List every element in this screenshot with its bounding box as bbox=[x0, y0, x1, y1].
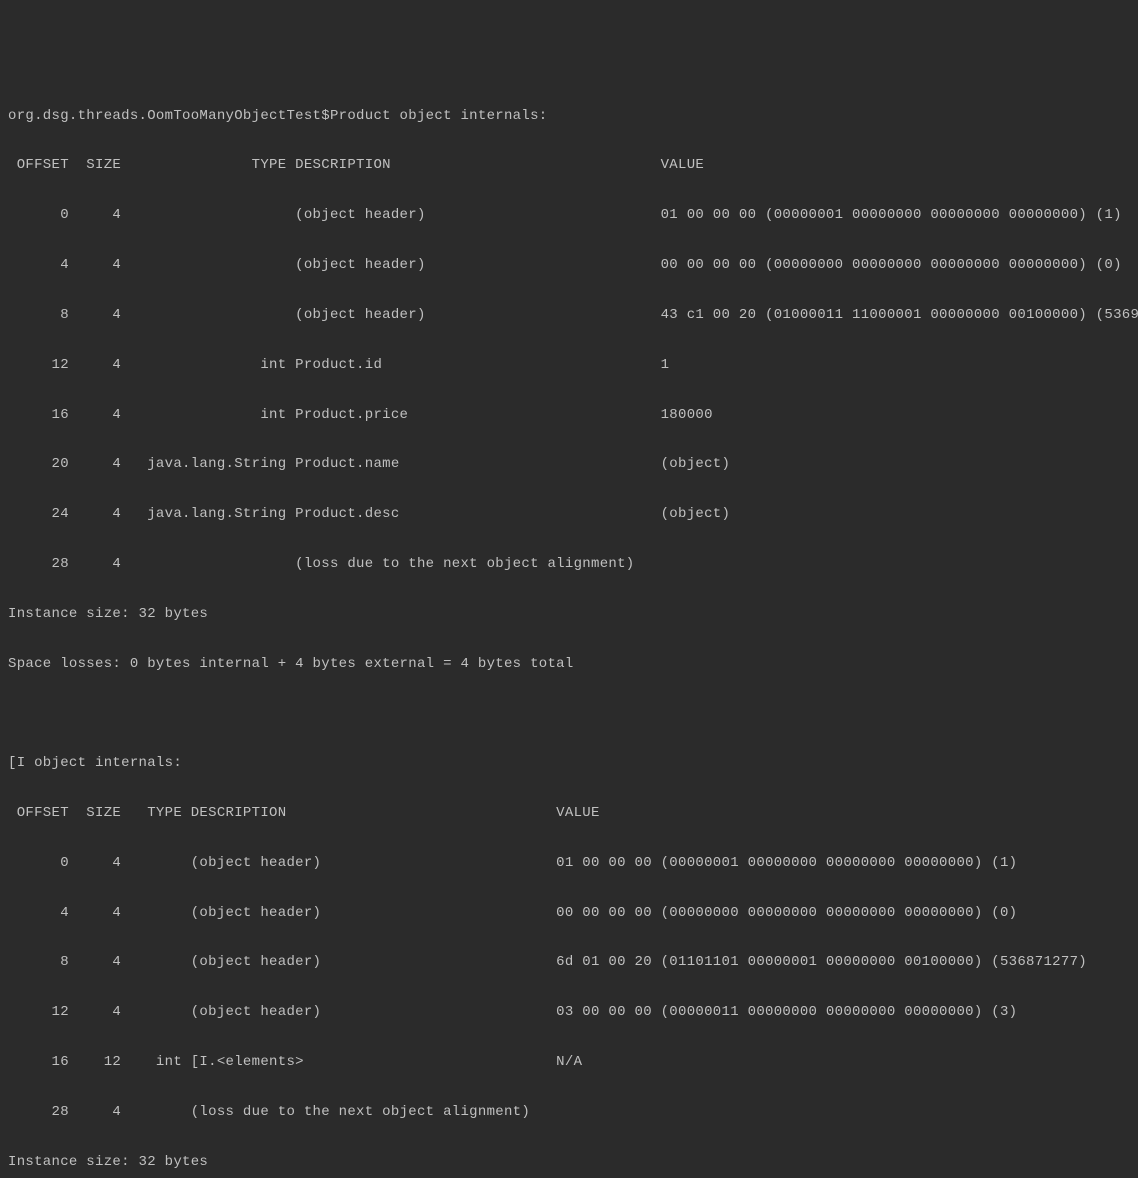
block1-row: 24 4 java.lang.String Product.desc (obje… bbox=[8, 502, 1130, 527]
block1-title: org.dsg.threads.OomTooManyObjectTest$Pro… bbox=[8, 104, 1130, 129]
block1-row: 12 4 int Product.id 1 bbox=[8, 353, 1130, 378]
block1-row: 16 4 int Product.price 180000 bbox=[8, 403, 1130, 428]
block2-row: 16 12 int [I.<elements> N/A bbox=[8, 1050, 1130, 1075]
blank-line bbox=[8, 701, 1130, 726]
block2-header: OFFSET SIZE TYPE DESCRIPTION VALUE bbox=[8, 801, 1130, 826]
block1-row: 4 4 (object header) 00 00 00 00 (0000000… bbox=[8, 253, 1130, 278]
block1-header: OFFSET SIZE TYPE DESCRIPTION VALUE bbox=[8, 153, 1130, 178]
block2-row: 0 4 (object header) 01 00 00 00 (0000000… bbox=[8, 851, 1130, 876]
block2-row: 8 4 (object header) 6d 01 00 20 (0110110… bbox=[8, 950, 1130, 975]
block2-row: 28 4 (loss due to the next object alignm… bbox=[8, 1100, 1130, 1125]
block1-row: 8 4 (object header) 43 c1 00 20 (0100001… bbox=[8, 303, 1130, 328]
block2-title: [I object internals: bbox=[8, 751, 1130, 776]
block1-space-losses: Space losses: 0 bytes internal + 4 bytes… bbox=[8, 652, 1130, 677]
block1-row: 28 4 (loss due to the next object alignm… bbox=[8, 552, 1130, 577]
block2-row: 12 4 (object header) 03 00 00 00 (000000… bbox=[8, 1000, 1130, 1025]
block2-row: 4 4 (object header) 00 00 00 00 (0000000… bbox=[8, 901, 1130, 926]
block1-row: 20 4 java.lang.String Product.name (obje… bbox=[8, 452, 1130, 477]
block1-row: 0 4 (object header) 01 00 00 00 (0000000… bbox=[8, 203, 1130, 228]
block1-instance-size: Instance size: 32 bytes bbox=[8, 602, 1130, 627]
block2-instance-size: Instance size: 32 bytes bbox=[8, 1150, 1130, 1175]
